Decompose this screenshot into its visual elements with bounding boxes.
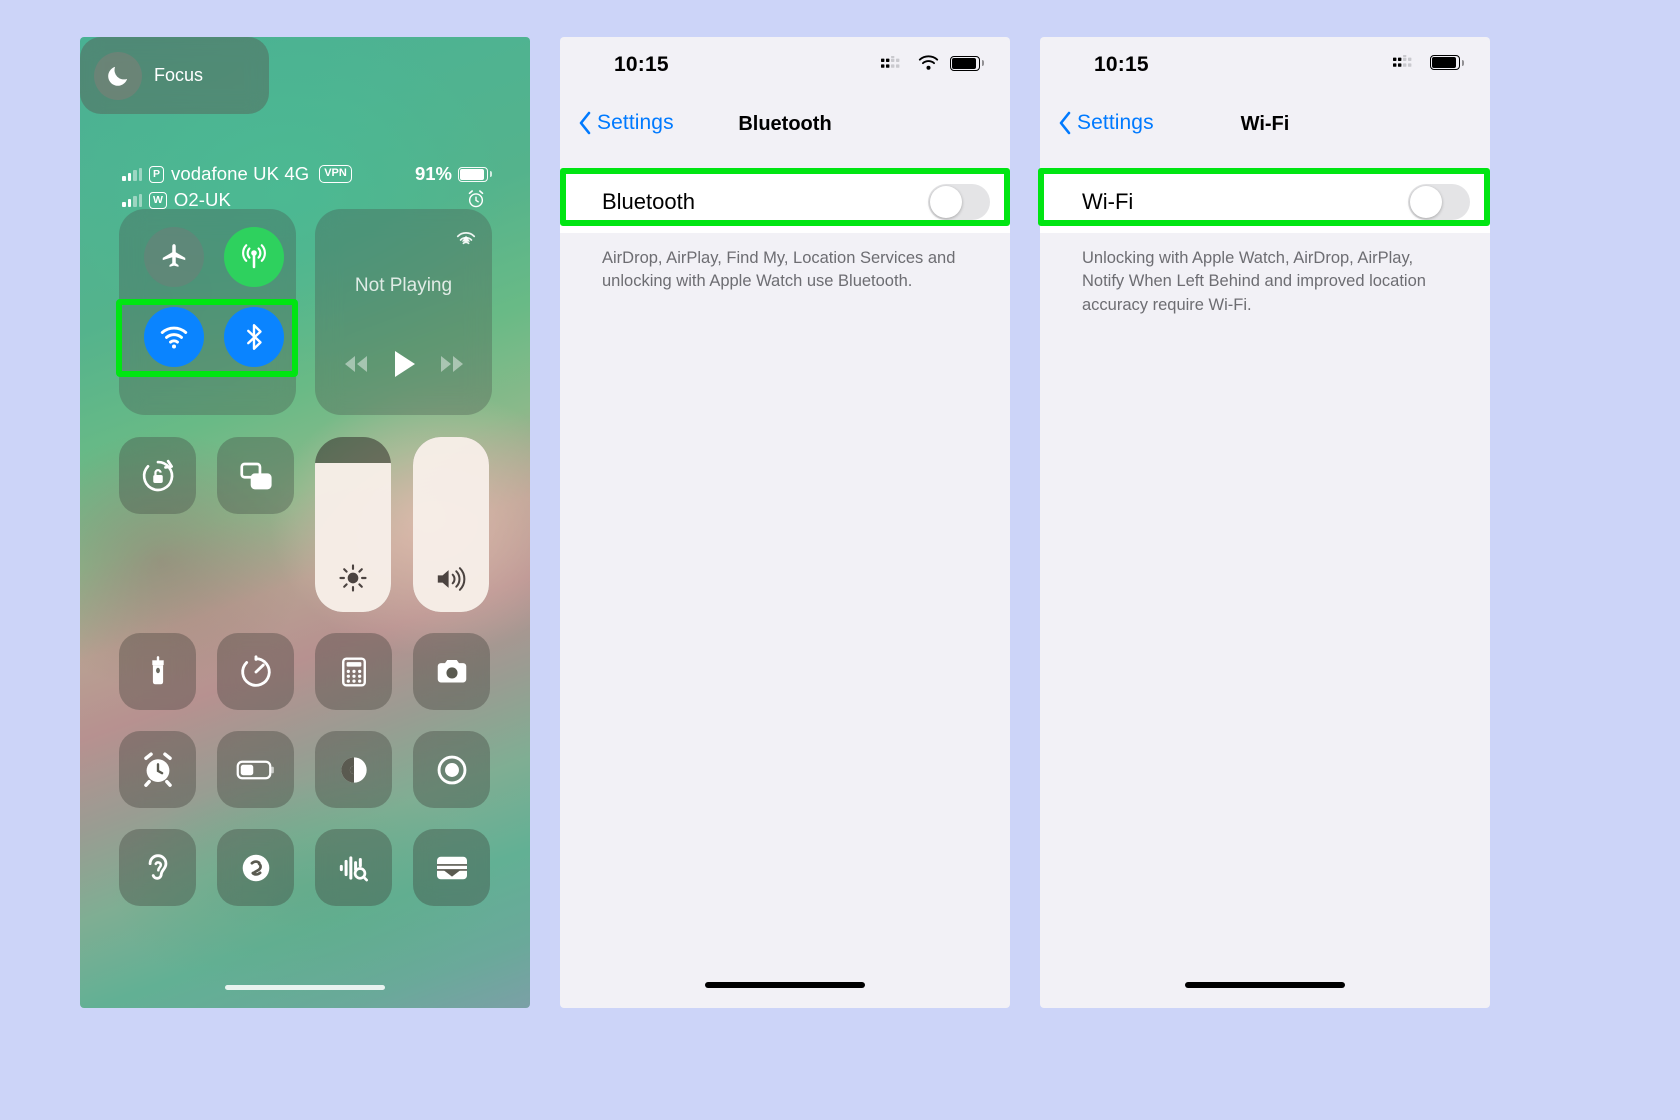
wallet-button[interactable] [413, 829, 490, 906]
low-power-mode-button[interactable] [217, 731, 294, 808]
rotation-lock-icon [142, 459, 173, 491]
page-title: Wi-Fi [1240, 113, 1290, 135]
timer-button[interactable] [217, 633, 294, 710]
brightness-icon [315, 562, 391, 594]
wifi-nav-bar: Settings Wi-Fi [1040, 95, 1490, 171]
highlight-box-bluetooth-row [560, 168, 1010, 226]
cellular-signal-icon [122, 167, 142, 181]
timer-icon [240, 654, 271, 687]
sound-recognition-button[interactable] [315, 829, 392, 906]
control-center-screen: P vodafone UK 4G VPN W O2-UK 91% Not Pla… [80, 37, 530, 1008]
wifi-status-bar: 10:15 [1040, 37, 1490, 95]
bluetooth-footer-text: AirDrop, AirPlay, Find My, Location Serv… [602, 249, 956, 291]
wallet-icon [436, 856, 467, 879]
highlight-box-wifi-row [1038, 168, 1490, 226]
status-time: 10:15 [614, 53, 669, 76]
sound-recognition-icon [339, 855, 368, 881]
camera-icon [437, 659, 466, 682]
media-playback-tile[interactable]: Not Playing [315, 209, 492, 415]
sim2-badge: W [149, 191, 167, 209]
calculator-icon [341, 656, 366, 687]
volume-slider[interactable] [413, 437, 489, 612]
alarm-button[interactable] [119, 731, 196, 808]
low-power-mode-icon [236, 760, 274, 779]
home-indicator [1185, 982, 1345, 988]
battery-icon [1430, 55, 1464, 70]
home-indicator [225, 985, 385, 990]
battery-icon [950, 55, 984, 71]
cellular-antenna-icon [242, 244, 266, 269]
screen-mirroring-button[interactable] [217, 437, 294, 514]
highlight-box-wifi-bluetooth [116, 299, 298, 377]
cellular-data-toggle[interactable] [224, 227, 284, 287]
shazam-button[interactable] [217, 829, 294, 906]
airplane-icon [162, 244, 186, 267]
calculator-button[interactable] [315, 633, 392, 710]
bluetooth-status-bar: 10:15 [560, 37, 1010, 95]
shazam-icon [242, 854, 269, 881]
sim2-carrier: O2-UK [173, 189, 231, 210]
focus-label: Focus [154, 65, 204, 85]
alarm-clock-icon [468, 190, 484, 208]
alarm-icon [143, 751, 172, 787]
sim2-status: W O2-UK [122, 189, 231, 211]
rewind-icon[interactable] [342, 353, 370, 375]
screenshot-stage: P vodafone UK 4G VPN W O2-UK 91% Not Pla… [0, 0, 1680, 1120]
battery-status: 91% [414, 163, 492, 185]
focus-button[interactable]: Focus [80, 37, 269, 114]
hearing-icon [148, 853, 167, 880]
battery-icon [458, 166, 492, 182]
screen-mirroring-icon [239, 462, 272, 489]
wifi-icon [918, 55, 939, 70]
bluetooth-nav-bar: Settings Bluetooth [560, 95, 1010, 171]
cellular-signal-icon [881, 55, 900, 68]
sim1-badge: P [149, 165, 165, 183]
status-time: 10:15 [1094, 53, 1149, 76]
volume-icon [413, 564, 489, 594]
page-title: Bluetooth [738, 113, 832, 135]
play-icon[interactable] [391, 349, 417, 379]
screen-record-icon [437, 755, 466, 784]
flashlight-icon [151, 655, 164, 684]
airplane-mode-toggle[interactable] [144, 227, 204, 287]
camera-button[interactable] [413, 633, 490, 710]
brightness-slider[interactable] [315, 437, 391, 612]
screen-record-button[interactable] [413, 731, 490, 808]
cellular-signal-icon-2 [122, 193, 142, 207]
media-controls [315, 349, 492, 379]
airplay-icon[interactable] [453, 221, 479, 247]
sim1-carrier: vodafone UK 4G [171, 163, 310, 184]
flashlight-button[interactable] [119, 633, 196, 710]
dark-mode-button[interactable] [315, 731, 392, 808]
media-title: Not Playing [354, 275, 453, 296]
fast-forward-icon[interactable] [438, 353, 466, 375]
cellular-signal-icon [1393, 55, 1412, 67]
sim1-status: P vodafone UK 4G VPN [122, 163, 352, 185]
battery-percent: 91% [414, 163, 452, 184]
rotation-lock-button[interactable] [119, 437, 196, 514]
wifi-footer-text: Unlocking with Apple Watch, AirDrop, Air… [1082, 249, 1426, 314]
dark-mode-icon [340, 756, 367, 783]
home-indicator [705, 982, 865, 988]
hearing-button[interactable] [119, 829, 196, 906]
moon-icon [94, 51, 142, 100]
vpn-badge: VPN [319, 164, 352, 184]
